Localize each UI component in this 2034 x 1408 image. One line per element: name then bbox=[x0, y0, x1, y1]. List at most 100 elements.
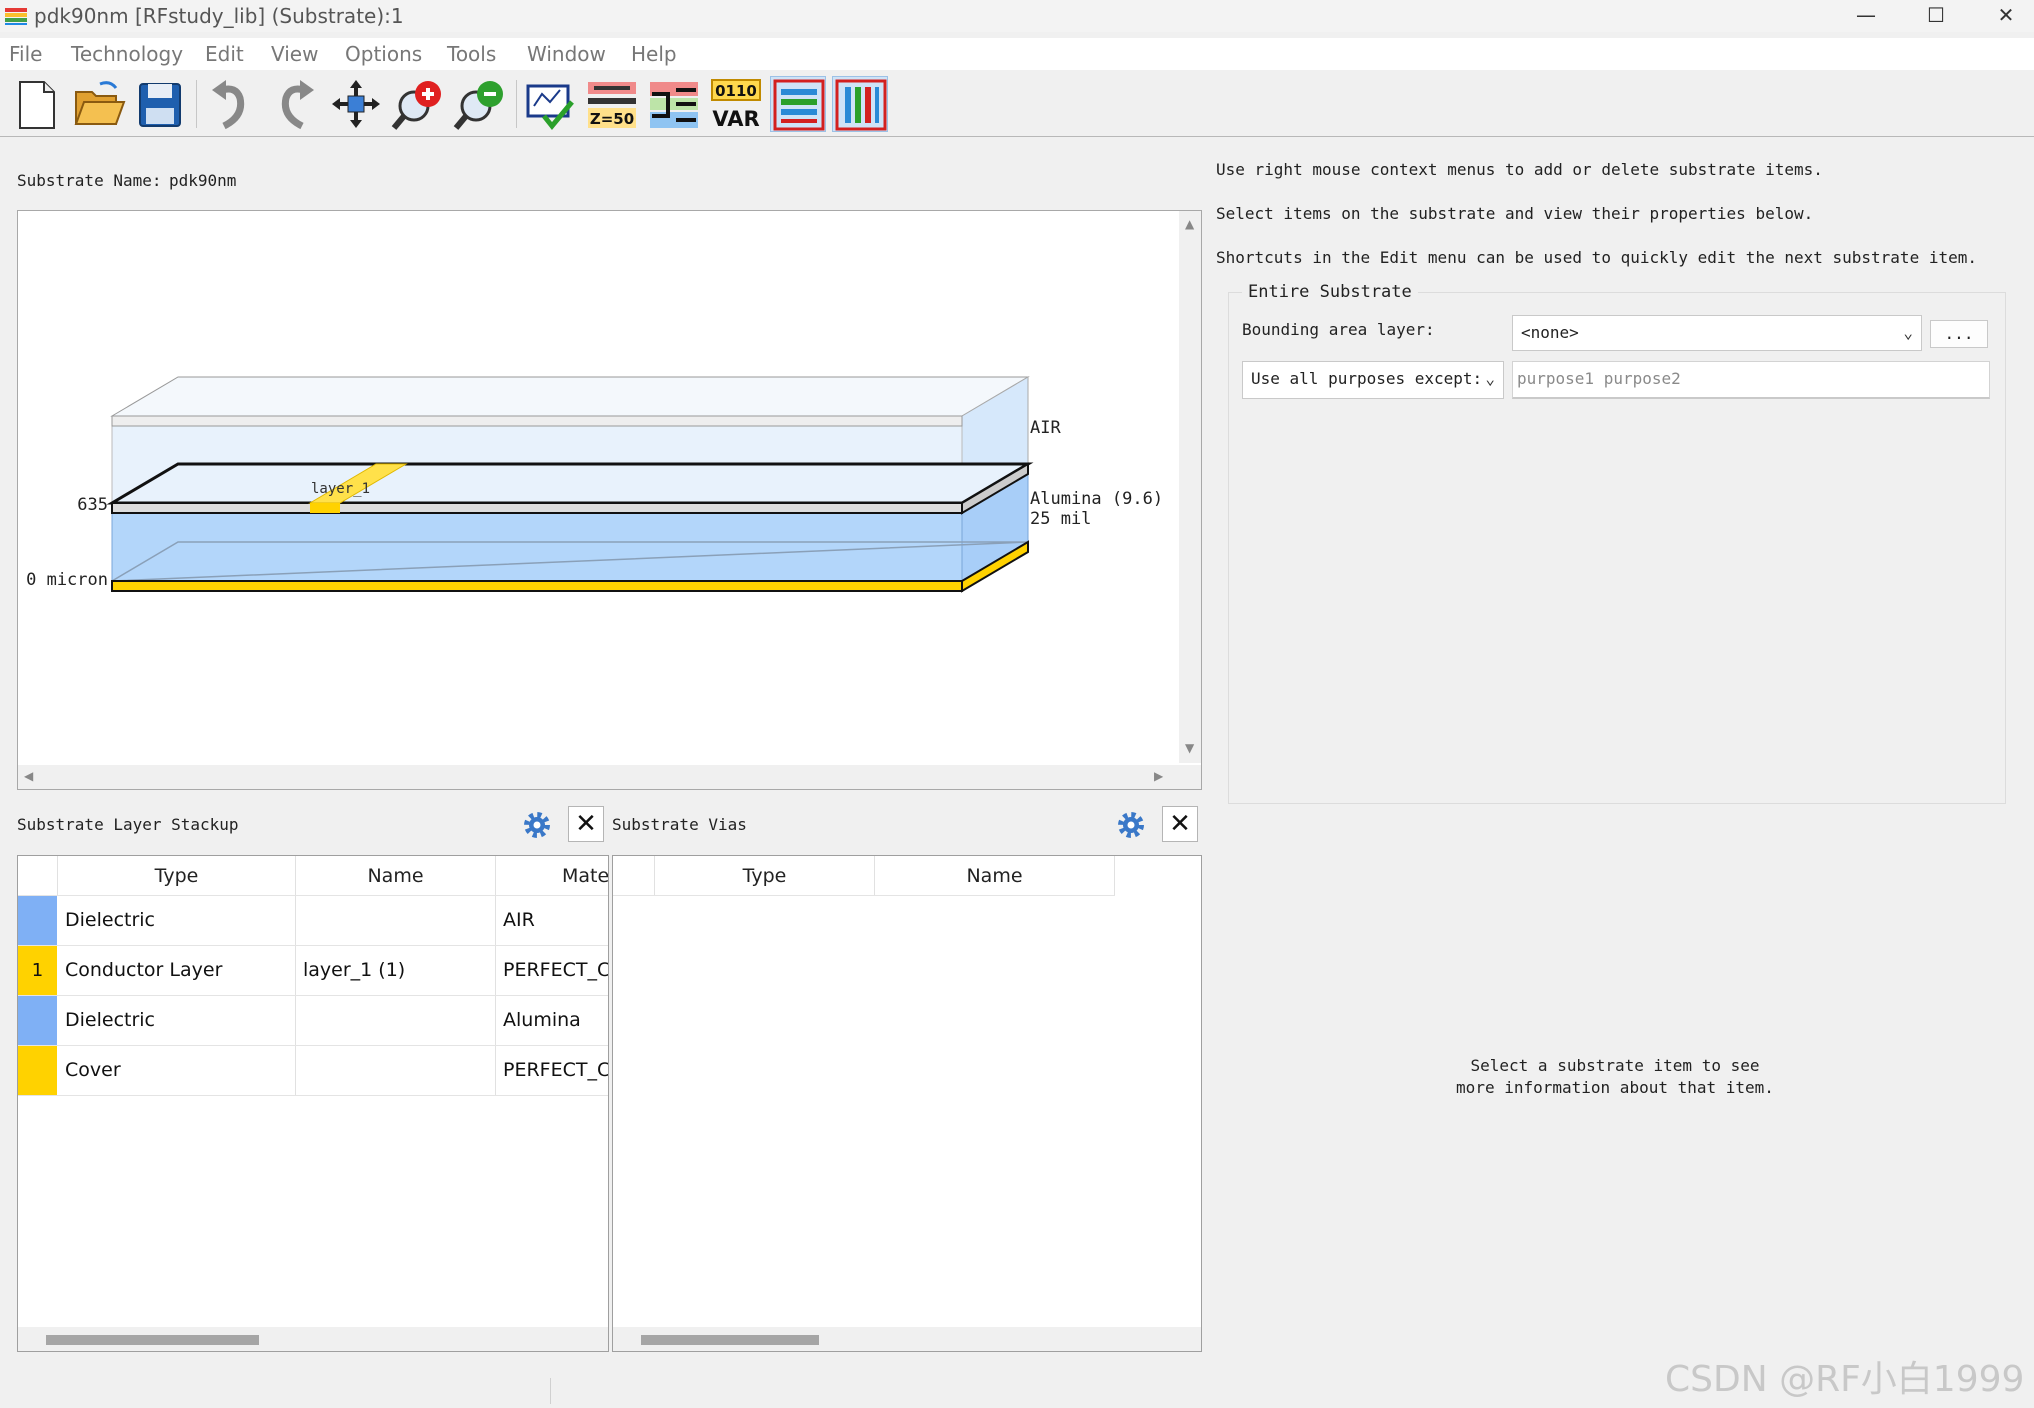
toolbar-separator bbox=[196, 80, 197, 128]
properties-hint-line-1: Select a substrate item to see bbox=[1470, 1056, 1760, 1075]
new-icon bbox=[19, 81, 55, 129]
open-button[interactable] bbox=[70, 76, 126, 132]
title-bar: pdk90nm [RFstudy_lib] (Substrate):1 — ☐ … bbox=[0, 0, 2034, 32]
properties-hint-line-2: more information about that item. bbox=[1456, 1078, 1774, 1097]
scroll-right-arrow-icon[interactable]: ▶ bbox=[1154, 769, 1163, 783]
undo-icon bbox=[212, 80, 245, 130]
toolbar-separator bbox=[516, 80, 517, 128]
table-row[interactable]: Dielectric Alumina bbox=[18, 996, 608, 1046]
vertical-layers-button[interactable] bbox=[832, 76, 888, 132]
vias-table: Type Name bbox=[612, 855, 1202, 1352]
undo-button[interactable] bbox=[204, 76, 260, 132]
tline-button[interactable] bbox=[646, 76, 702, 132]
save-icon bbox=[139, 83, 181, 127]
scroll-up-arrow-icon[interactable]: ▲ bbox=[1185, 217, 1194, 231]
substrate-canvas[interactable]: layer_1 AIR Alumina (9.6) 25 mil 635 0 m… bbox=[17, 210, 1202, 790]
bounding-area-select[interactable]: <none> ⌄ bbox=[1512, 315, 1922, 351]
col-header-type[interactable]: Type bbox=[655, 856, 875, 896]
col-header-name[interactable]: Name bbox=[875, 856, 1115, 896]
menu-file[interactable]: File bbox=[9, 42, 42, 66]
chevron-down-icon: ⌄ bbox=[1485, 369, 1495, 388]
vertical-layers-icon bbox=[835, 79, 887, 131]
zoom-in-button[interactable] bbox=[390, 76, 446, 132]
bounding-area-browse-button[interactable]: ... bbox=[1930, 320, 1988, 348]
menu-options[interactable]: Options bbox=[345, 42, 422, 66]
col-header-type[interactable]: Type bbox=[58, 856, 296, 896]
menu-help[interactable]: Help bbox=[631, 42, 677, 66]
scroll-down-arrow-icon[interactable]: ▼ bbox=[1185, 741, 1194, 755]
menu-tools[interactable]: Tools bbox=[447, 42, 496, 66]
close-window-button[interactable]: ✕ bbox=[1976, 0, 2034, 32]
air-top-face bbox=[110, 376, 1030, 417]
cell-material: PERFECT_CONDUCTOR bbox=[496, 1046, 608, 1095]
zoom-out-icon bbox=[453, 81, 503, 130]
maximize-button[interactable]: ☐ bbox=[1906, 0, 1966, 32]
stackup-settings-gear-icon[interactable] bbox=[521, 809, 553, 841]
pan-icon bbox=[332, 80, 380, 128]
vias-close-button[interactable]: ✕ bbox=[1162, 806, 1198, 842]
status-divider bbox=[550, 1378, 551, 1404]
cell-name: layer_1 (1) bbox=[296, 946, 496, 995]
layer-color-swatch bbox=[18, 896, 57, 945]
layer-color-swatch bbox=[18, 1046, 57, 1095]
info-line-2: Select items on the substrate and view t… bbox=[1216, 204, 1814, 223]
chevron-down-icon: ⌄ bbox=[1903, 323, 1913, 342]
vias-horizontal-scrollbar[interactable] bbox=[613, 1327, 1201, 1351]
scroll-left-arrow-icon[interactable]: ◀ bbox=[24, 769, 33, 783]
layer-color-swatch: 1 bbox=[18, 946, 57, 995]
redo-button[interactable] bbox=[266, 76, 322, 132]
menu-view[interactable]: View bbox=[271, 42, 318, 66]
cell-type: Dielectric bbox=[58, 896, 296, 945]
bounding-area-value: <none> bbox=[1521, 323, 1579, 342]
entire-substrate-title: Entire Substrate bbox=[1242, 282, 1418, 302]
table-row[interactable]: Cover PERFECT_CONDUCTOR bbox=[18, 1046, 608, 1096]
canvas-horizontal-scrollbar[interactable]: ◀ ▶ bbox=[18, 765, 1201, 789]
menu-window[interactable]: Window bbox=[527, 42, 606, 66]
check-icon bbox=[526, 84, 574, 130]
watermark: CSDN @RF小白1999 bbox=[1665, 1359, 2025, 1400]
layer-strip-edge bbox=[310, 503, 340, 513]
substrate-name-value: pdk90nm bbox=[169, 171, 237, 190]
cell-name bbox=[296, 896, 496, 945]
vias-settings-gear-icon[interactable] bbox=[1115, 809, 1147, 841]
scrollbar-thumb[interactable] bbox=[46, 1335, 259, 1345]
table-row[interactable]: Dielectric AIR bbox=[18, 896, 608, 946]
info-line-1: Use right mouse context menus to add or … bbox=[1216, 160, 1823, 179]
scrollbar-thumb[interactable] bbox=[641, 1335, 819, 1345]
stackup-horizontal-scrollbar[interactable] bbox=[18, 1327, 608, 1351]
properties-hint: Select a substrate item to see more info… bbox=[1380, 1055, 1850, 1099]
z0-label: 0 micron bbox=[26, 570, 108, 590]
z50-button[interactable]: Z=50 bbox=[584, 76, 640, 132]
canvas-vertical-scrollbar[interactable]: ▲ ▼ bbox=[1179, 211, 1201, 763]
purposes-input[interactable]: purpose1 purpose2 bbox=[1512, 361, 1990, 399]
purposes-mode-select[interactable]: Use all purposes except: ⌄ bbox=[1242, 361, 1504, 399]
menu-technology[interactable]: Technology bbox=[71, 42, 183, 66]
air-label: AIR bbox=[1030, 418, 1061, 438]
var-top-label: 0110 bbox=[715, 82, 757, 100]
cell-name bbox=[296, 996, 496, 1045]
menu-edit[interactable]: Edit bbox=[205, 42, 244, 66]
save-button[interactable] bbox=[132, 76, 188, 132]
thickness-label: 25 mil bbox=[1030, 509, 1091, 529]
air-top-edge bbox=[111, 415, 963, 427]
stack-layers-button[interactable] bbox=[770, 76, 826, 132]
new-button[interactable] bbox=[8, 76, 64, 132]
z50-icon: Z=50 bbox=[588, 82, 636, 128]
zoom-out-button[interactable] bbox=[452, 76, 508, 132]
var-button[interactable]: 0110 VAR bbox=[708, 76, 764, 132]
substrate-name-label: Substrate Name: bbox=[17, 171, 162, 190]
stackup-title: Substrate Layer Stackup bbox=[17, 815, 239, 834]
check-button[interactable] bbox=[522, 76, 578, 132]
conductor-layer-front bbox=[111, 502, 963, 514]
var-icon: 0110 VAR bbox=[711, 79, 761, 131]
alumina-label: Alumina (9.6) bbox=[1030, 489, 1163, 509]
app-icon bbox=[5, 8, 27, 25]
col-header-name[interactable]: Name bbox=[296, 856, 496, 896]
stackup-close-button[interactable]: ✕ bbox=[568, 806, 604, 842]
minimize-button[interactable]: — bbox=[1836, 0, 1896, 32]
pan-button[interactable] bbox=[328, 76, 384, 132]
col-header-material[interactable]: Material bbox=[496, 856, 608, 896]
cell-type: Cover bbox=[58, 1046, 296, 1095]
table-row[interactable]: 1 Conductor Layer layer_1 (1) PERFECT_CO… bbox=[18, 946, 608, 996]
cell-type: Dielectric bbox=[58, 996, 296, 1045]
